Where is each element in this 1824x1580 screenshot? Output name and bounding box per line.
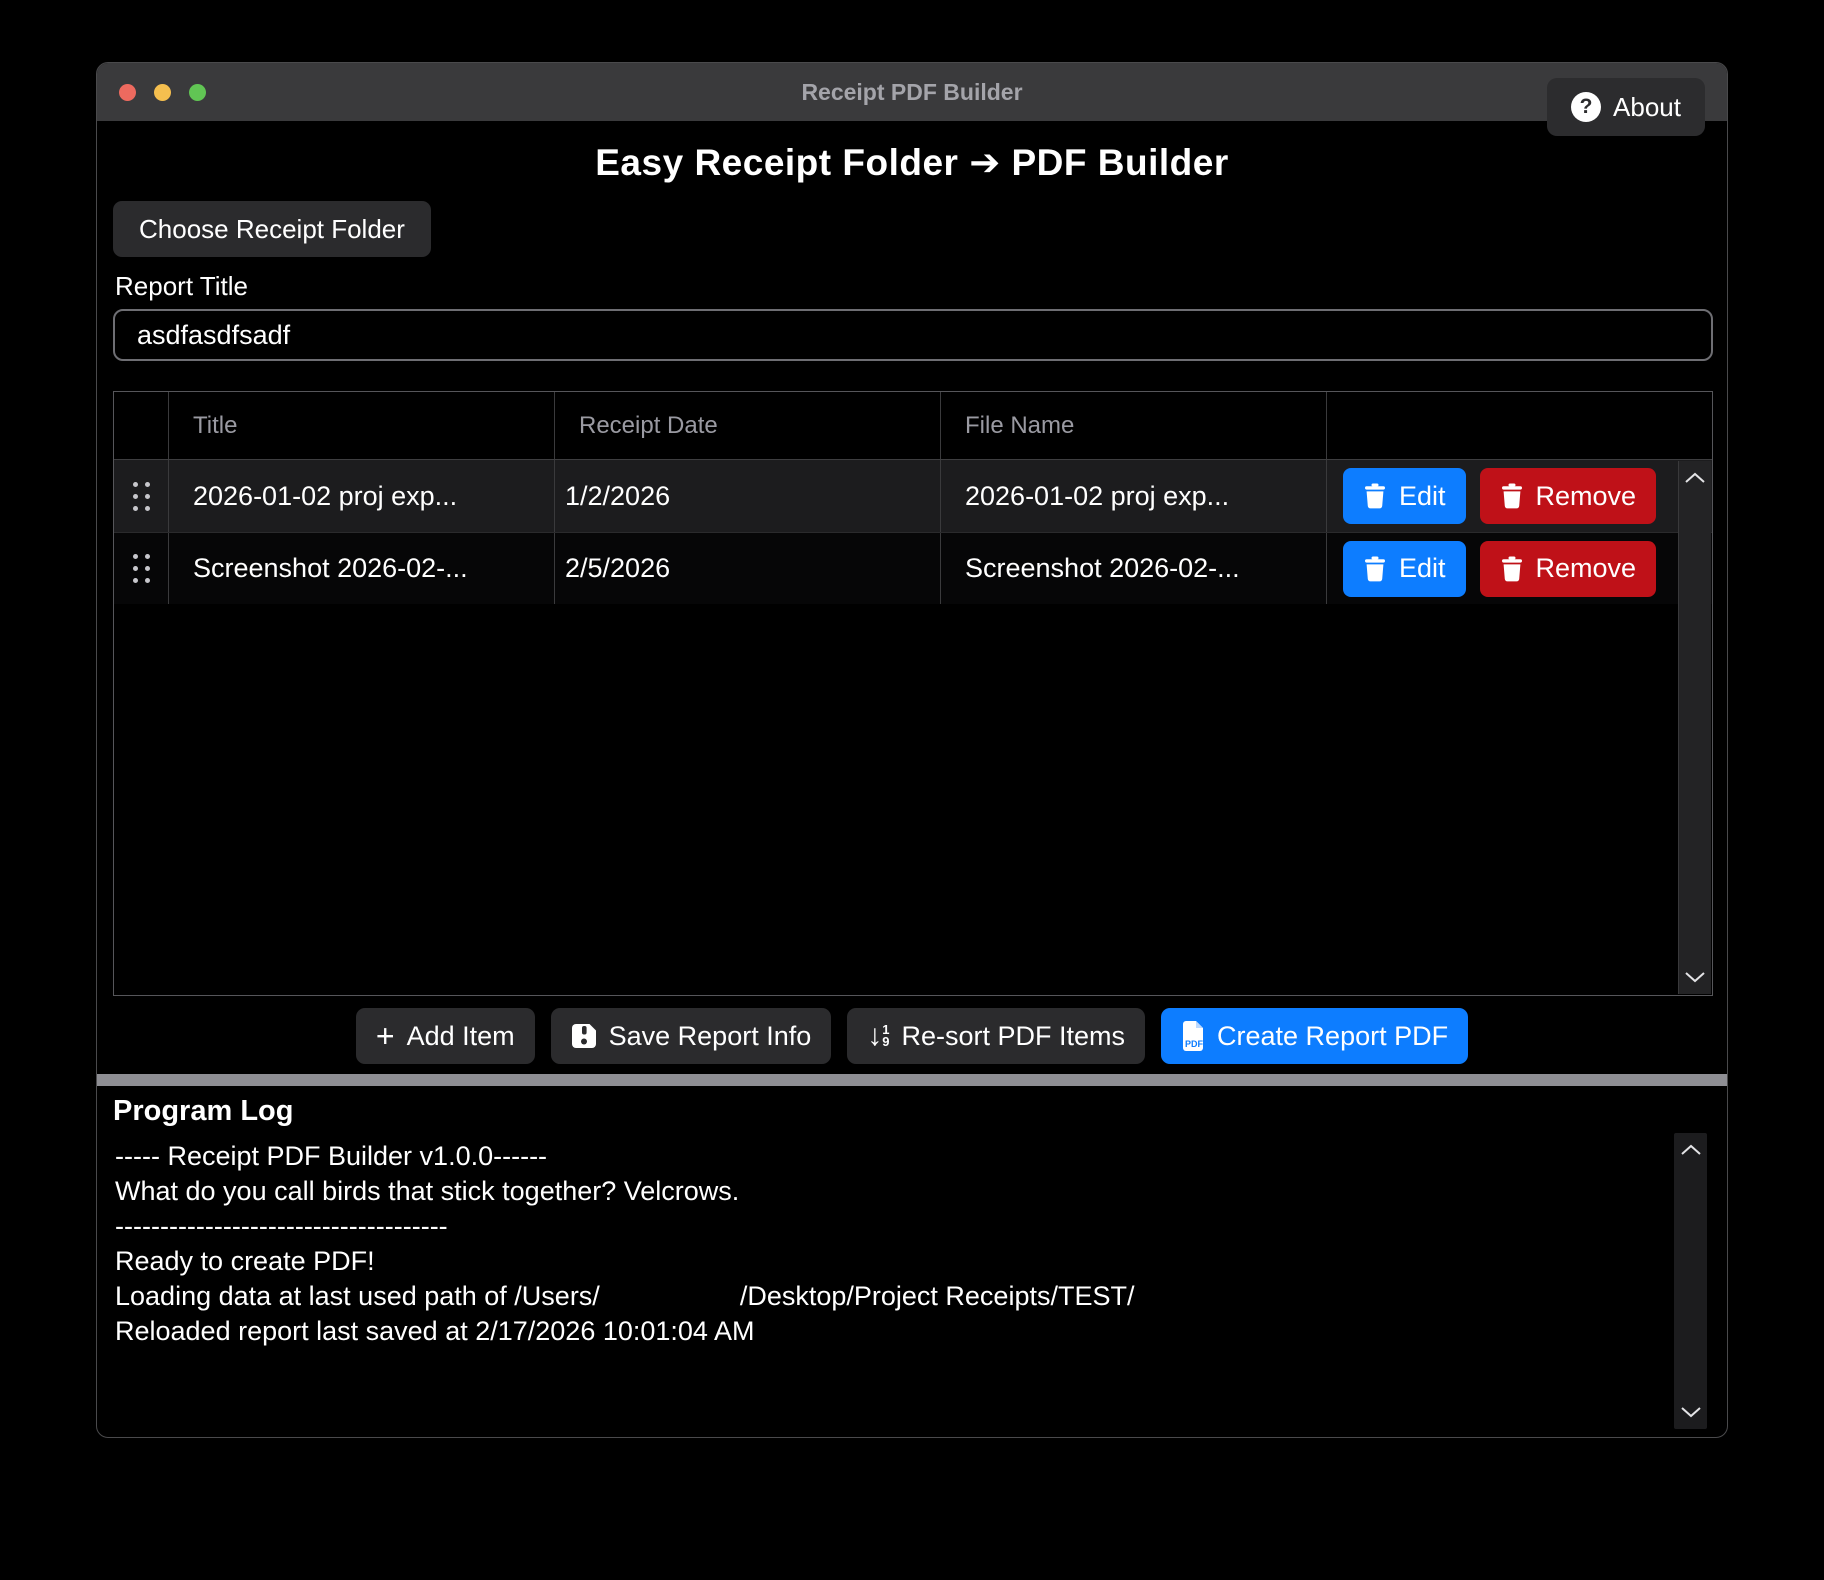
save-report-info-button[interactable]: Save Report Info — [551, 1008, 832, 1064]
sort-numeric-icon: ↓ 19 — [867, 1021, 889, 1051]
remove-button-label: Remove — [1536, 481, 1637, 512]
edit-button-label: Edit — [1399, 553, 1446, 584]
column-header-actions — [1326, 392, 1712, 459]
row-date: 1/2/2026 — [554, 460, 940, 532]
create-report-pdf-button[interactable]: PDF Create Report PDF — [1161, 1008, 1468, 1064]
drag-handle[interactable] — [114, 533, 168, 604]
row-actions: Edit Remove — [1326, 533, 1712, 604]
app-window: Receipt PDF Builder Easy Receipt Folder … — [96, 62, 1728, 1438]
redacted-username — [600, 1295, 740, 1305]
log-scrollbar[interactable] — [1674, 1133, 1707, 1429]
about-button-label: About — [1613, 92, 1681, 123]
question-icon: ? — [1571, 92, 1601, 122]
report-title-label: Report Title — [115, 271, 248, 302]
drag-column-header — [114, 392, 168, 459]
drag-dots-icon — [133, 482, 150, 511]
drag-dots-icon — [133, 554, 150, 583]
column-header-date: Receipt Date — [554, 392, 940, 459]
report-title-input[interactable] — [113, 309, 1713, 361]
resort-pdf-items-label: Re-sort PDF Items — [901, 1021, 1125, 1052]
page-title: Easy Receipt Folder ➔ PDF Builder — [595, 141, 1229, 184]
row-date: 2/5/2026 — [554, 533, 940, 604]
table-scrollbar[interactable] — [1678, 461, 1711, 994]
pdf-file-icon: PDF — [1181, 1021, 1205, 1051]
table-row: 2026-01-02 proj exp... 1/2/2026 2026-01-… — [114, 460, 1712, 532]
splitter-handle[interactable] — [97, 1074, 1727, 1086]
table-header: Title Receipt Date File Name — [114, 392, 1712, 460]
drag-handle[interactable] — [114, 460, 168, 532]
program-log: ----- Receipt PDF Builder v1.0.0------ W… — [115, 1139, 1667, 1427]
trash-icon — [1363, 483, 1387, 509]
resort-pdf-items-button[interactable]: ↓ 19 Re-sort PDF Items — [847, 1008, 1145, 1064]
add-item-label: Add Item — [407, 1021, 515, 1052]
log-line: ----- Receipt PDF Builder v1.0.0------ — [115, 1139, 1667, 1174]
log-line: Ready to create PDF! — [115, 1244, 1667, 1279]
column-header-title: Title — [168, 392, 554, 459]
chevron-up-icon[interactable] — [1684, 471, 1706, 485]
window-title: Receipt PDF Builder — [801, 79, 1022, 106]
edit-button-label: Edit — [1399, 481, 1446, 512]
chevron-down-icon[interactable] — [1680, 1405, 1702, 1419]
row-actions: Edit Remove — [1326, 460, 1712, 532]
edit-button[interactable]: Edit — [1343, 541, 1466, 597]
close-window-button[interactable] — [119, 84, 136, 101]
save-report-info-label: Save Report Info — [609, 1021, 812, 1052]
choose-receipt-folder-button[interactable]: Choose Receipt Folder — [113, 201, 431, 257]
add-item-button[interactable]: + Add Item — [356, 1008, 535, 1064]
header: Easy Receipt Folder ➔ PDF Builder — [97, 121, 1727, 203]
zoom-window-button[interactable] — [189, 84, 206, 101]
about-button[interactable]: ? About — [1547, 78, 1705, 136]
traffic-lights — [119, 63, 206, 121]
log-line: Reloaded report last saved at 2/17/2026 … — [115, 1314, 1667, 1349]
save-icon — [571, 1023, 597, 1049]
trash-icon — [1500, 483, 1524, 509]
remove-button[interactable]: Remove — [1480, 541, 1657, 597]
trash-icon — [1500, 556, 1524, 582]
receipt-table: Title Receipt Date File Name 2026-01-02 … — [113, 391, 1713, 996]
action-bar: + Add Item Save Report Info ↓ 19 Re-sort… — [97, 1007, 1727, 1065]
row-filename: Screenshot 2026-02-... — [940, 533, 1326, 604]
row-filename: 2026-01-02 proj exp... — [940, 460, 1326, 532]
log-line: What do you call birds that stick togeth… — [115, 1174, 1667, 1209]
chevron-up-icon[interactable] — [1680, 1143, 1702, 1157]
plus-icon: + — [376, 1020, 395, 1052]
remove-button[interactable]: Remove — [1480, 468, 1657, 524]
program-log-heading: Program Log — [113, 1095, 293, 1128]
titlebar: Receipt PDF Builder — [97, 63, 1727, 121]
remove-button-label: Remove — [1536, 553, 1637, 584]
create-report-pdf-label: Create Report PDF — [1217, 1021, 1448, 1052]
minimize-window-button[interactable] — [154, 84, 171, 101]
trash-icon — [1363, 556, 1387, 582]
chevron-down-icon[interactable] — [1684, 970, 1706, 984]
log-line: ------------------------------------- — [115, 1209, 1667, 1244]
svg-text:PDF: PDF — [1185, 1039, 1204, 1049]
log-line: Loading data at last used path of /Users… — [115, 1279, 1667, 1314]
row-title: 2026-01-02 proj exp... — [168, 460, 554, 532]
column-header-file: File Name — [940, 392, 1326, 459]
row-title: Screenshot 2026-02-... — [168, 533, 554, 604]
edit-button[interactable]: Edit — [1343, 468, 1466, 524]
table-row: Screenshot 2026-02-... 2/5/2026 Screensh… — [114, 532, 1712, 604]
